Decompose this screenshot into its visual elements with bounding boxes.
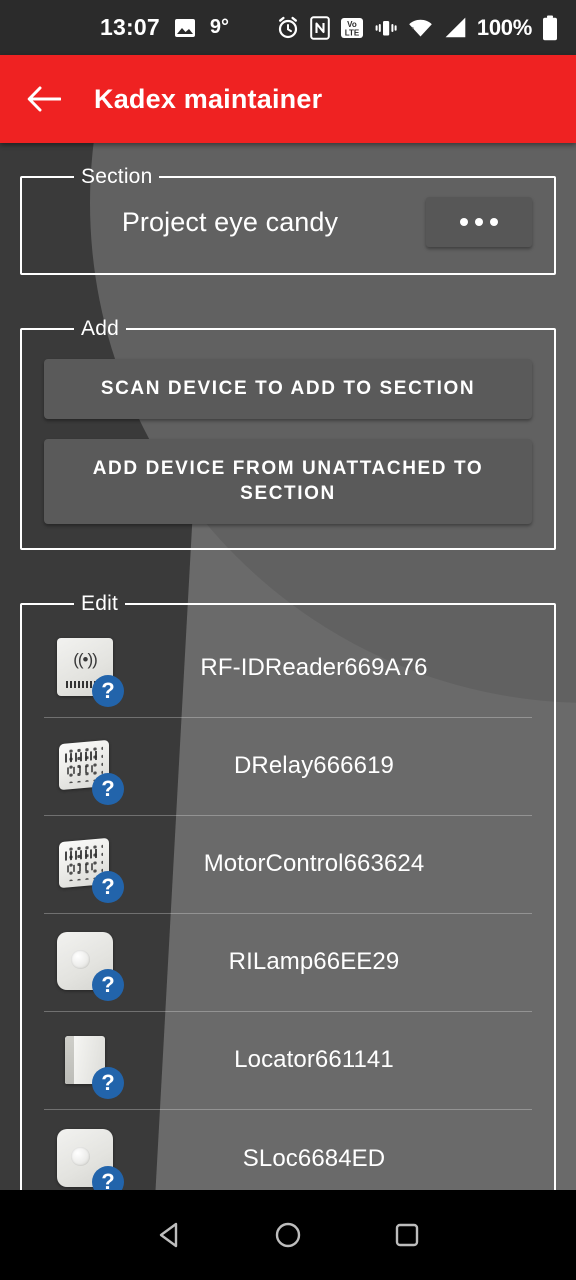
add-group: Add SCAN DEVICE TO ADD TO SECTION ADD DE… (20, 317, 556, 550)
phone-screen: 13:07 9° Vo LTE 100% Kadex maintainer Se… (0, 0, 576, 1280)
lamp-switch-icon: ? (44, 1118, 126, 1200)
status-bar-right: Vo LTE 100% (276, 15, 558, 41)
locator-icon: ? (44, 1019, 126, 1101)
alarm-icon (276, 16, 300, 40)
wifi-icon (408, 17, 433, 39)
device-list-item[interactable]: ((•)) ? RF-IDReader669A76 (44, 620, 532, 718)
device-list-item[interactable]: ? MotorControl663624 (44, 816, 532, 914)
battery-icon (542, 15, 558, 41)
dot-icon (475, 218, 483, 226)
device-name-label: RILamp66EE29 (228, 948, 400, 976)
section-group: Section Project eye candy (20, 165, 556, 275)
scan-device-button[interactable]: SCAN DEVICE TO ADD TO SECTION (44, 359, 532, 419)
device-list-item[interactable]: ? Locator661141 (44, 1012, 532, 1110)
arrow-left-icon (27, 86, 61, 112)
android-nav-bar (0, 1190, 576, 1280)
nfc-icon (310, 15, 330, 40)
app-bar: Kadex maintainer (0, 55, 576, 143)
relay-module-icon: ? (44, 725, 126, 807)
edit-group-legend: Edit (81, 591, 118, 615)
section-group-legend: Section (81, 165, 153, 188)
device-list-item[interactable]: ? RILamp66EE29 (44, 914, 532, 1012)
dot-icon (490, 218, 498, 226)
dot-icon (460, 218, 468, 226)
status-temperature: 9° (209, 16, 229, 38)
unknown-status-badge: ? (92, 675, 124, 708)
battery-percent-label: 100% (476, 14, 532, 40)
lamp-switch-icon: ? (44, 921, 126, 1003)
device-name-label: RF-IDReader669A76 (200, 654, 428, 682)
back-button[interactable] (16, 71, 72, 127)
device-name-label: MotorControl663624 (203, 850, 425, 878)
cell-signal-icon (443, 17, 467, 39)
page-title: Kadex maintainer (94, 83, 323, 114)
motor-control-icon: ? (44, 823, 126, 905)
nav-recents-button[interactable] (377, 1205, 437, 1265)
volte-icon: Vo LTE (340, 16, 364, 40)
unknown-status-badge: ? (92, 773, 124, 806)
edit-group: Edit ((•)) ? RF-IDReader669A76 ? DRelay6… (20, 591, 556, 1220)
section-group-body: Project eye candy (22, 189, 554, 273)
back-triangle-icon (160, 1222, 178, 1248)
unknown-status-badge: ? (92, 871, 124, 904)
device-name-label: SLoc6684ED (242, 1144, 386, 1172)
nav-back-button[interactable] (139, 1205, 199, 1265)
status-clock: 13:07 (100, 14, 160, 40)
photo-icon (174, 18, 196, 38)
device-name-label: Locator661141 (234, 1046, 394, 1074)
nav-home-button[interactable] (258, 1205, 318, 1265)
status-bar: 13:07 9° Vo LTE 100% (0, 0, 576, 55)
unknown-status-badge: ? (92, 969, 124, 1002)
add-device-from-unattached-button[interactable]: ADD DEVICE FROM UNATTACHED TO SECTION (44, 438, 532, 524)
unknown-status-badge: ? (92, 1067, 124, 1100)
recents-square-icon (395, 1223, 418, 1247)
main-content: Section Project eye candy Add SCAN DEVIC… (0, 143, 576, 1220)
section-overflow-menu-button[interactable] (426, 197, 532, 247)
status-bar-left: 13:07 9° (100, 14, 229, 41)
device-name-label: DRelay666619 (234, 752, 394, 780)
svg-text:LTE: LTE (345, 28, 360, 37)
device-list-item[interactable]: ? DRelay666619 (44, 718, 532, 816)
home-circle-icon (275, 1222, 301, 1248)
device-list: ((•)) ? RF-IDReader669A76 ? DRelay666619… (22, 616, 554, 1218)
section-name-value: Project eye candy (121, 206, 339, 237)
vibrate-icon (374, 16, 398, 40)
add-group-legend: Add (81, 317, 119, 340)
add-group-body: SCAN DEVICE TO ADD TO SECTION ADD DEVICE… (22, 341, 554, 548)
rfid-reader-icon: ((•)) ? (44, 627, 126, 709)
